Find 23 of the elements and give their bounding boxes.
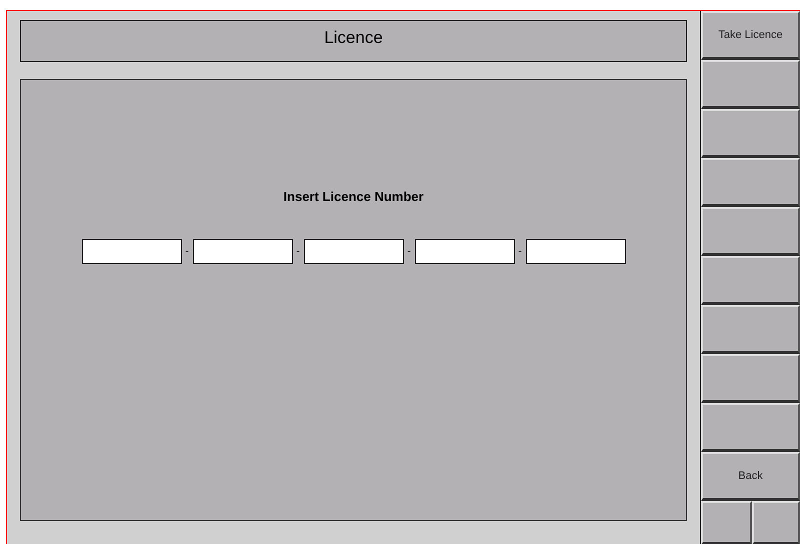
separator-text: - — [295, 244, 301, 258]
side-button[interactable] — [701, 109, 800, 158]
side-button[interactable] — [701, 60, 800, 109]
side-button[interactable] — [701, 354, 800, 403]
side-button[interactable]: Back — [701, 452, 800, 501]
separator-text: - — [184, 244, 190, 258]
side-button[interactable]: Take Licence — [701, 11, 800, 60]
separator-text: - — [406, 244, 412, 258]
licence-field[interactable] — [526, 238, 626, 264]
prompt-label: Insert Licence Number — [283, 188, 424, 206]
licence-field[interactable] — [414, 238, 514, 264]
side-button[interactable] — [752, 501, 800, 544]
side-button[interactable] — [701, 158, 800, 207]
side-button[interactable] — [701, 256, 800, 305]
side-button[interactable] — [701, 305, 800, 354]
side-button[interactable] — [701, 403, 800, 452]
licence-field[interactable] — [192, 238, 292, 264]
licence-field[interactable] — [304, 238, 404, 264]
side-button[interactable] — [701, 207, 800, 256]
title-bar: Licence — [20, 20, 687, 62]
separator-text: - — [517, 244, 523, 258]
side-button[interactable] — [701, 501, 752, 544]
licence-field[interactable] — [82, 238, 182, 264]
